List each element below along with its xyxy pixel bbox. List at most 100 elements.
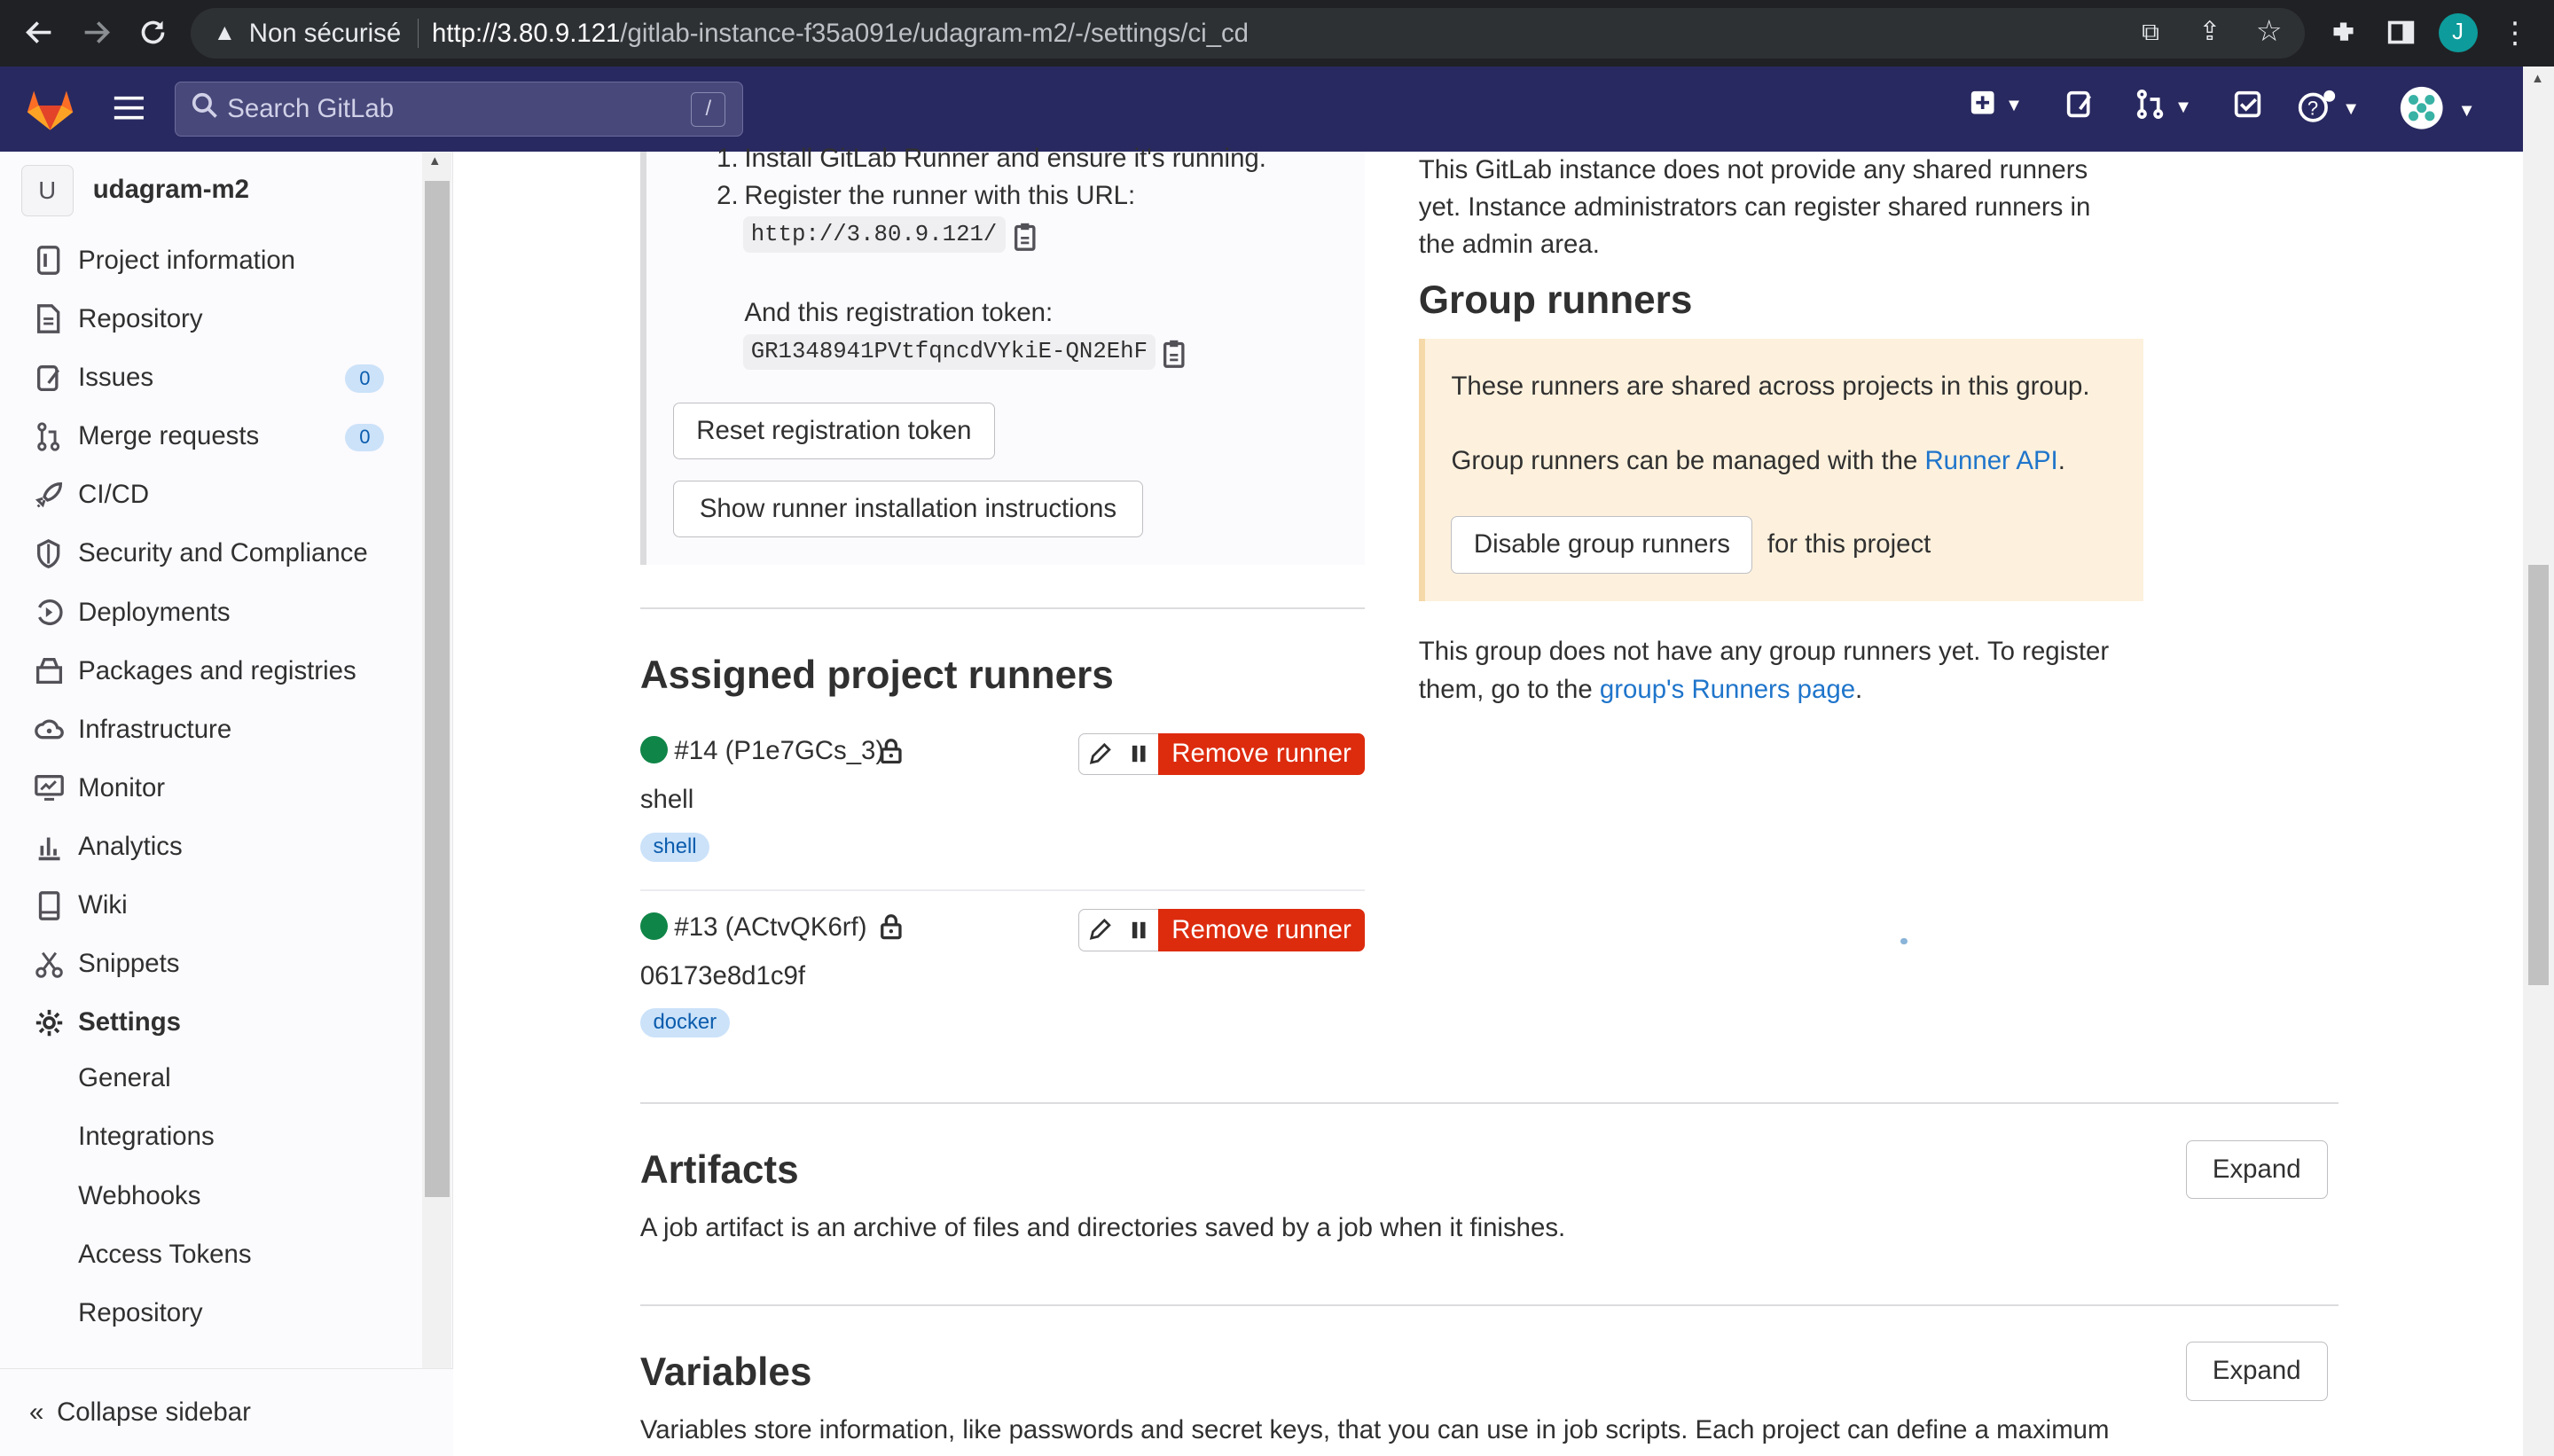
- translate-icon[interactable]: ⧉: [2142, 18, 2159, 47]
- browser-menu-icon[interactable]: ⋮: [2495, 13, 2534, 52]
- side-panel-icon[interactable]: [2381, 13, 2420, 52]
- chevron-down-icon: ▼: [2457, 100, 2476, 121]
- gitlab-logo-icon[interactable]: [26, 86, 74, 138]
- help-dropdown[interactable]: ? ▼: [2297, 90, 2360, 129]
- pause-icon: [1132, 921, 1146, 938]
- runner-divider: [639, 888, 1366, 891]
- project-avatar[interactable]: U: [20, 164, 74, 217]
- pause-runner-button[interactable]: [1118, 732, 1160, 776]
- sidebar-item-infrastructure[interactable]: Infrastructure: [33, 710, 231, 749]
- sidebar-scrollbar-thumb[interactable]: [425, 180, 450, 1197]
- shared-line-3: the admin area.: [1418, 230, 1600, 260]
- url-text: http://3.80.9.121/gitlab-instance-f35a09…: [432, 19, 1249, 49]
- shield-icon: [33, 537, 66, 570]
- sidebar-item-label: Snippets: [78, 949, 180, 979]
- merge-requests-dropdown[interactable]: ▼: [2135, 90, 2192, 126]
- sidebar-item-monitor[interactable]: Monitor: [33, 769, 165, 808]
- bookmark-star-icon[interactable]: ☆: [2256, 13, 2283, 49]
- page-scrollbar-thumb[interactable]: [2527, 565, 2550, 986]
- install-runner-link[interactable]: Install GitLab Runner and ensure it's ru…: [744, 144, 1266, 174]
- share-icon[interactable]: ⇪: [2199, 16, 2221, 47]
- show-instructions-button[interactable]: Show runner installation instructions: [672, 480, 1144, 538]
- forward-icon[interactable]: [76, 13, 115, 52]
- cloud-icon: [33, 713, 66, 746]
- sidebar-item-merge-requests[interactable]: Merge requests: [33, 417, 260, 456]
- reset-token-button[interactable]: Reset registration token: [672, 402, 996, 459]
- gear-icon: [33, 1006, 66, 1039]
- assigned-runners-title: Assigned project runners: [639, 653, 1114, 697]
- monitor-icon: [33, 772, 66, 805]
- book-icon: [33, 889, 66, 922]
- chevron-down-icon: ▼: [2004, 96, 2023, 116]
- step-2-number: 2.: [717, 180, 739, 210]
- sidebar-item-packages-and-registries[interactable]: Packages and registries: [33, 652, 356, 691]
- extensions-icon[interactable]: [2324, 13, 2363, 52]
- edit-runner-button[interactable]: [1077, 908, 1121, 951]
- edit-runner-button[interactable]: [1077, 732, 1121, 776]
- sidebar-item-label: Issues: [78, 363, 154, 393]
- issues-icon: [33, 362, 66, 395]
- address-bar[interactable]: ▲ Non sécurisé http://3.80.9.121/gitlab-…: [190, 8, 2305, 59]
- scroll-up-icon[interactable]: ▲: [428, 154, 442, 168]
- todo-icon[interactable]: [2233, 90, 2262, 119]
- sidebar-item-label: Security and Compliance: [78, 538, 368, 568]
- shared-runners-text: This GitLab instance does not provide an…: [1419, 152, 2091, 264]
- issues-shortcut-icon[interactable]: [2065, 90, 2095, 119]
- copy-token-icon[interactable]: [1162, 339, 1187, 375]
- pencil-icon: [1089, 742, 1111, 764]
- sidebar-item-issues[interactable]: Issues: [33, 358, 153, 397]
- page-scrollbar[interactable]: ▲: [2523, 67, 2554, 1456]
- sidebar-item-label: Repository: [78, 303, 203, 333]
- project-name[interactable]: udagram-m2: [93, 175, 249, 205]
- scissors-icon: [33, 948, 66, 981]
- artifacts-title: Artifacts: [639, 1147, 799, 1192]
- search-input[interactable]: Search GitLab /: [174, 81, 743, 137]
- scroll-up-icon[interactable]: ▲: [2531, 72, 2544, 86]
- new-dropdown[interactable]: ▼: [1970, 90, 2023, 122]
- registration-token: GR1348941PVtfqncdVYkiE-QN2EhF: [742, 333, 1156, 370]
- user-avatar-icon: [2399, 85, 2444, 137]
- group-alert-line-2-end: .: [2057, 446, 2065, 476]
- sidebar-item-deployments[interactable]: Deployments: [33, 593, 231, 632]
- runner-status-online-icon: [639, 736, 669, 764]
- runner-name-link[interactable]: #14 (P1e7GCs_3): [674, 736, 884, 766]
- remove-runner-button[interactable]: Remove runner: [1157, 732, 1366, 776]
- settings-subitem-access-tokens[interactable]: Access Tokens: [78, 1240, 251, 1270]
- settings-subitem-repository[interactable]: Repository: [78, 1298, 202, 1328]
- artifacts-expand-button[interactable]: Expand: [2185, 1139, 2328, 1199]
- sidebar-item-settings[interactable]: Settings: [33, 1003, 181, 1042]
- search-icon: [192, 92, 217, 125]
- disable-group-runners-button[interactable]: Disable group runners: [1451, 516, 1753, 574]
- variables-expand-button[interactable]: Expand: [2185, 1342, 2328, 1401]
- profile-avatar[interactable]: J: [2438, 12, 2478, 52]
- group-alert-line-1: These runners are shared across projects…: [1451, 371, 2090, 401]
- settings-subitem-general[interactable]: General: [78, 1063, 171, 1093]
- hamburger-menu-icon[interactable]: [113, 95, 145, 128]
- back-icon[interactable]: [20, 13, 59, 52]
- divider: [639, 1304, 2339, 1307]
- runner-name-link[interactable]: #13 (ACtvQK6rf): [674, 912, 866, 943]
- collapse-sidebar-button[interactable]: « Collapse sidebar: [0, 1367, 453, 1456]
- copy-url-icon[interactable]: [1013, 222, 1038, 258]
- user-menu[interactable]: ▼: [2399, 85, 2476, 137]
- runner-api-link[interactable]: Runner API: [1924, 446, 2057, 475]
- settings-subitem-integrations[interactable]: Integrations: [78, 1122, 215, 1152]
- sidebar-item-analytics[interactable]: Analytics: [33, 827, 183, 866]
- sidebar-item-repository[interactable]: Repository: [33, 300, 203, 339]
- pause-runner-button[interactable]: [1118, 908, 1160, 951]
- address-separator: [417, 19, 419, 49]
- sidebar-item-label: Merge requests: [78, 421, 260, 451]
- sidebar-item-snippets[interactable]: Snippets: [33, 944, 180, 983]
- remove-runner-button[interactable]: Remove runner: [1157, 908, 1366, 951]
- sidebar-item-project-information[interactable]: Project information: [33, 241, 295, 280]
- gitlab-header: Search GitLab / ▼ ▼ ? ▼ ▼: [0, 67, 2524, 152]
- sidebar-item-wiki[interactable]: Wiki: [33, 886, 128, 925]
- sidebar-scrollbar[interactable]: ▲: [421, 151, 451, 1368]
- group-runners-page-link[interactable]: group's Runners page: [1600, 675, 1855, 704]
- reload-icon[interactable]: [134, 13, 173, 52]
- warning-icon: ▲: [213, 20, 237, 46]
- url-path: /gitlab-instance-f35a091e/udagram-m2/-/s…: [620, 18, 1250, 48]
- sidebar-item-security-and-compliance[interactable]: Security and Compliance: [33, 534, 368, 573]
- settings-subitem-webhooks[interactable]: Webhooks: [78, 1181, 200, 1211]
- sidebar-item-ci-cd[interactable]: CI/CD: [33, 475, 149, 514]
